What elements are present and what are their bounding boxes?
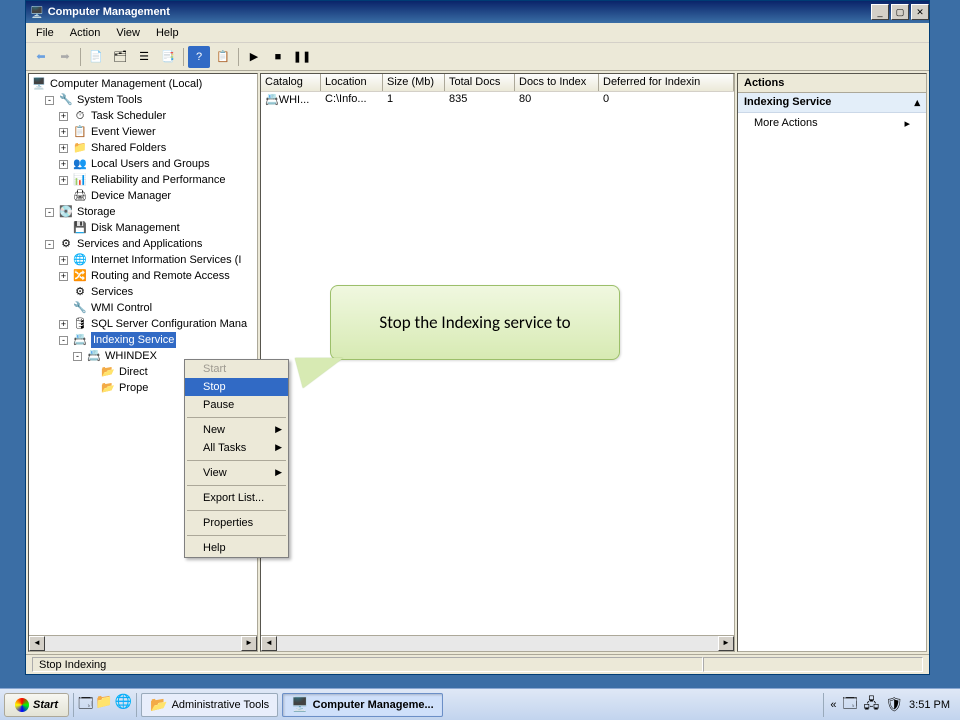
up-button[interactable]: 📄 <box>85 46 107 68</box>
tree-services[interactable]: ⚙Services <box>31 284 255 300</box>
tree-root[interactable]: 🖥️Computer Management (Local) <box>31 76 255 92</box>
tree-local-users[interactable]: +👥Local Users and Groups <box>31 156 255 172</box>
context-view[interactable]: View▶ <box>185 464 288 482</box>
tree-sql-config[interactable]: +🛢SQL Server Configuration Mana <box>31 316 255 332</box>
export-button[interactable]: 📑 <box>157 46 179 68</box>
network-icon[interactable]: 🖧 <box>864 693 880 717</box>
start-orb-icon <box>15 698 29 712</box>
list-header: Catalog Location Size (Mb) Total Docs Do… <box>261 74 734 92</box>
app-icon: 🖥️ <box>30 6 44 19</box>
list-scrollbar-horizontal[interactable]: ◄► <box>261 635 734 651</box>
tree-storage[interactable]: -💽Storage <box>31 204 255 220</box>
context-properties[interactable]: Properties <box>185 514 288 532</box>
tree-iis[interactable]: +🌐Internet Information Services (I <box>31 252 255 268</box>
system-tray: « 🗔 🖧 🛡 3:51 PM <box>823 693 956 717</box>
explorer-icon[interactable]: 📁 <box>95 693 112 717</box>
tree-indexing-service[interactable]: -📇Indexing Service <box>31 332 255 348</box>
clock[interactable]: 3:51 PM <box>909 699 950 711</box>
context-menu: Start Stop Pause New▶ All Tasks▶ View▶ E… <box>184 359 289 558</box>
statusbar: Stop Indexing <box>26 654 929 674</box>
column-catalog[interactable]: Catalog <box>261 74 321 91</box>
tree-system-tools[interactable]: -🔧System Tools <box>31 92 255 108</box>
tree-shared-folders[interactable]: +📁Shared Folders <box>31 140 255 156</box>
show-desktop-icon[interactable]: 🗔 <box>78 693 93 717</box>
tree-scrollbar-horizontal[interactable]: ◄► <box>29 635 257 651</box>
tray-window-icon[interactable]: 🗔 <box>842 693 857 717</box>
tree-event-viewer[interactable]: +📋Event Viewer <box>31 124 255 140</box>
titlebar[interactable]: 🖥️ Computer Management _ ▢ ✕ <box>26 1 929 23</box>
task-computer-management[interactable]: 🖥️ Computer Manageme... <box>282 693 442 717</box>
callout-bubble: Stop the Indexing service to <box>330 285 620 360</box>
actions-more[interactable]: More Actions▸ <box>738 113 926 134</box>
tree-wmi[interactable]: 🔧WMI Control <box>31 300 255 316</box>
task-admin-tools[interactable]: 📂 Administrative Tools <box>141 693 278 717</box>
forward-button[interactable]: ➡ <box>54 46 76 68</box>
play-button[interactable]: ▶ <box>243 46 265 68</box>
context-start: Start <box>185 360 288 378</box>
start-button[interactable]: Start <box>4 693 69 717</box>
taskbar: Start 🗔 📁 🌐 📂 Administrative Tools 🖥️ Co… <box>0 688 960 720</box>
tray-expand-icon[interactable]: « <box>830 699 836 711</box>
menu-file[interactable]: File <box>30 25 60 41</box>
context-new[interactable]: New▶ <box>185 421 288 439</box>
restore-button[interactable]: ▢ <box>891 4 909 20</box>
column-total-docs[interactable]: Total Docs <box>445 74 515 91</box>
help-button[interactable]: ? <box>188 46 210 68</box>
column-docs-to-index[interactable]: Docs to Index <box>515 74 599 91</box>
folder-icon: 📂 <box>150 696 167 713</box>
show-hide-button[interactable]: 🗂 <box>109 46 131 68</box>
column-size[interactable]: Size (Mb) <box>383 74 445 91</box>
toolbar: ⬅ ➡ 📄 🗂 ☰ 📑 ? 📋 ▶ ■ ❚❚ <box>26 43 929 71</box>
context-stop[interactable]: Stop <box>185 378 288 396</box>
back-button[interactable]: ⬅ <box>30 46 52 68</box>
window-title: Computer Management <box>48 6 865 18</box>
properties-button[interactable]: ☰ <box>133 46 155 68</box>
close-button[interactable]: ✕ <box>911 4 929 20</box>
tree-disk-management[interactable]: 💾Disk Management <box>31 220 255 236</box>
minimize-button[interactable]: _ <box>871 4 889 20</box>
tree-rras[interactable]: +🔀Routing and Remote Access <box>31 268 255 284</box>
menu-action[interactable]: Action <box>64 25 107 41</box>
stop-button[interactable]: ■ <box>267 46 289 68</box>
status-text: Stop Indexing <box>32 657 703 672</box>
menubar: File Action View Help <box>26 23 929 43</box>
chevron-right-icon: ▸ <box>904 117 910 130</box>
security-icon[interactable]: 🛡 <box>885 696 903 713</box>
list-row[interactable]: 📇WHI... C:\Info... 1 835 80 0 <box>261 92 734 108</box>
app-icon: 🖥️ <box>291 696 308 713</box>
pause-button[interactable]: ❚❚ <box>291 46 313 68</box>
column-location[interactable]: Location <box>321 74 383 91</box>
refresh-button[interactable]: 📋 <box>212 46 234 68</box>
context-all-tasks[interactable]: All Tasks▶ <box>185 439 288 457</box>
ie-icon[interactable]: 🌐 <box>115 693 132 717</box>
collapse-icon: ▴ <box>914 96 920 109</box>
tree-services-apps[interactable]: -⚙Services and Applications <box>31 236 255 252</box>
menu-view[interactable]: View <box>110 25 146 41</box>
quick-launch: 🗔 📁 🌐 <box>73 693 137 717</box>
column-deferred[interactable]: Deferred for Indexin <box>599 74 734 91</box>
actions-pane: Actions Indexing Service▴ More Actions▸ <box>737 73 927 652</box>
context-pause[interactable]: Pause <box>185 396 288 414</box>
catalog-icon: 📇 <box>265 94 279 106</box>
menu-help[interactable]: Help <box>150 25 185 41</box>
callout-tail <box>295 358 343 388</box>
actions-group[interactable]: Indexing Service▴ <box>738 93 926 113</box>
context-export-list[interactable]: Export List... <box>185 489 288 507</box>
tree-reliability[interactable]: +📊Reliability and Performance <box>31 172 255 188</box>
actions-header: Actions <box>738 74 926 93</box>
tree-device-manager[interactable]: 🖨Device Manager <box>31 188 255 204</box>
context-help[interactable]: Help <box>185 539 288 557</box>
tree-task-scheduler[interactable]: +⏱Task Scheduler <box>31 108 255 124</box>
